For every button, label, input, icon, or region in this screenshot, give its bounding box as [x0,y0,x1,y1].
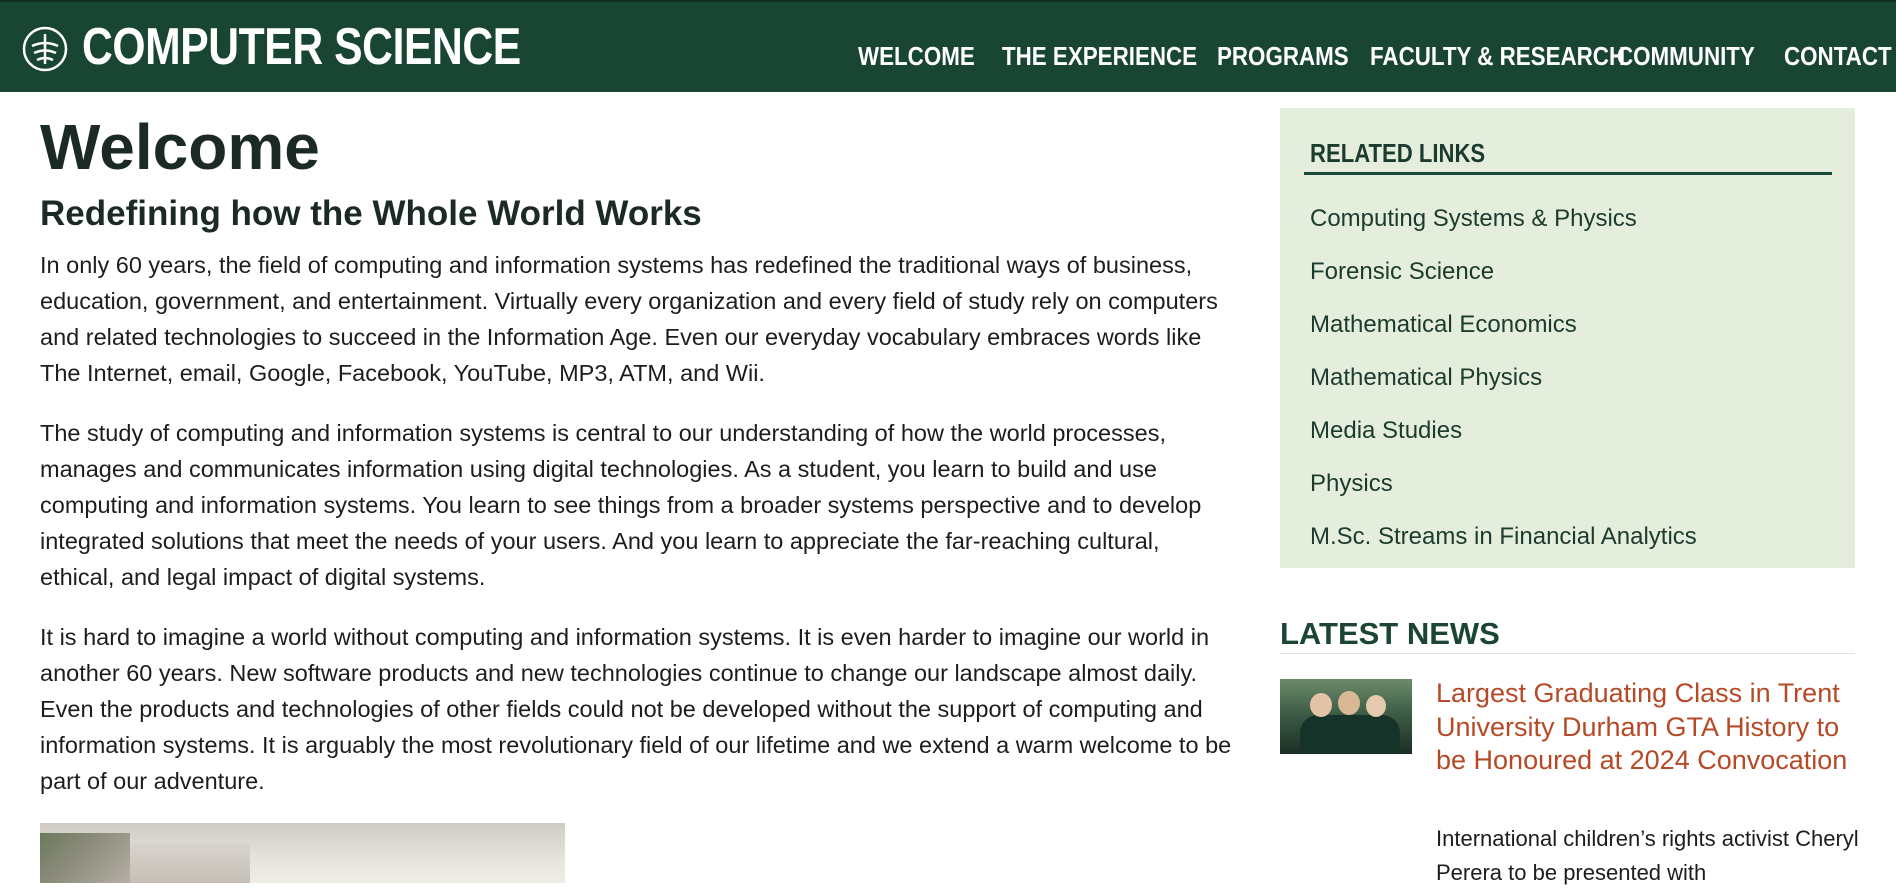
page-subtitle: Redefining how the Whole World Works [40,194,702,233]
related-links-list: Computing Systems & Physics Forensic Sci… [1310,192,1697,563]
related-links-divider [1304,172,1832,175]
latest-news-divider [1280,653,1855,654]
nav-contact[interactable]: CONTACT [1784,38,1892,74]
news-thumbnail-image[interactable] [1280,679,1412,754]
related-link-physics[interactable]: Physics [1310,457,1697,510]
related-link-msc-financial-analytics[interactable]: M.Sc. Streams in Financial Analytics [1310,510,1697,563]
graduate-face [1310,693,1332,717]
related-link-mathematical-physics[interactable]: Mathematical Physics [1310,351,1697,404]
intro-paragraph: In only 60 years, the field of computing… [40,252,1218,386]
nav-welcome[interactable]: WELCOME [858,38,975,74]
site-header: COMPUTER SCIENCE WELCOME THE EXPERIENCE … [0,0,1896,92]
related-link-media-studies[interactable]: Media Studies [1310,404,1697,457]
nav-the-experience[interactable]: THE EXPERIENCE [1002,38,1197,74]
graduate-gowns [1300,715,1400,754]
related-link-mathematical-economics[interactable]: Mathematical Economics [1310,298,1697,351]
related-link-forensic-science[interactable]: Forensic Science [1310,245,1697,298]
latest-news-title: LATEST NEWS [1280,616,1500,651]
nav-faculty-research[interactable]: FACULTY & RESEARCH [1370,38,1625,74]
news-headline-link[interactable]: Largest Graduating Class in Trent Univer… [1436,677,1861,778]
related-links-panel: RELATED LINKS Computing Systems & Physic… [1280,108,1855,568]
page-title: Welcome [40,111,320,183]
nav-programs[interactable]: PROGRAMS [1217,38,1349,74]
site-title[interactable]: COMPUTER SCIENCE [82,16,521,78]
graduate-face [1338,691,1360,715]
news-excerpt: International children’s rights activist… [1436,826,1859,885]
computer-hardware-image [40,823,565,883]
study-paragraph: The study of computing and information s… [40,420,1202,590]
nav-community[interactable]: COMMUNITY [1617,38,1755,74]
future-paragraph: It is hard to imagine a world without co… [40,624,1232,794]
hardware-panel [130,843,250,883]
trent-university-logo-icon[interactable] [22,26,68,72]
related-link-computing-systems-physics[interactable]: Computing Systems & Physics [1310,192,1697,245]
hardware-shelf [40,833,130,883]
related-links-title: RELATED LINKS [1310,138,1486,168]
graduate-face [1366,695,1386,717]
